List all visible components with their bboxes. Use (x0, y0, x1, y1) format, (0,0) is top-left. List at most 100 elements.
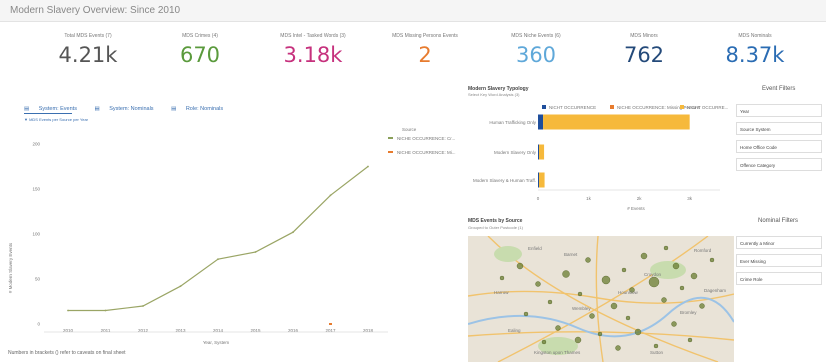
kpi-total-events[interactable]: Total MDS Events (7) 4.21k (50, 33, 126, 67)
y-tick-label: 100 (32, 232, 40, 237)
event-marker (597, 331, 603, 337)
kpi-value: 762 (623, 43, 665, 67)
event-marker (574, 336, 582, 344)
kpi-nominals[interactable]: MDS Nominals 8.37k (720, 33, 790, 67)
kpi-value: 670 (179, 43, 221, 67)
kpi-value: 3.18k (283, 43, 343, 67)
place-label: Barnet (564, 252, 578, 257)
x-tick-label: 2k (637, 196, 643, 201)
legend-label: NICHT OCCURRE... (687, 105, 728, 110)
event-marker (671, 321, 677, 327)
tab-system-nominals[interactable]: ▤ System: Nominals (94, 106, 161, 112)
place-label: Hounslow (618, 290, 639, 295)
events-map[interactable]: Harrow Enfield Barnet Wembley Ealing Hounslow… (468, 236, 734, 362)
x-tick-label: 1k (586, 196, 592, 201)
legend-title: Source (402, 127, 417, 132)
kpi-label: MDS Missing Persons Events (392, 33, 458, 39)
bar-segment (539, 144, 545, 160)
chart-tabs: ▤ System: Events ▤ System: Nominals ▤ Ro… (24, 106, 239, 112)
place-label: Enfield (528, 246, 542, 251)
place-label: Harrow (494, 290, 509, 295)
event-marker (610, 302, 618, 310)
data-point (67, 309, 69, 312)
data-point (104, 309, 107, 312)
event-marker (661, 297, 667, 303)
filter-offence-category[interactable]: Offence Category (736, 158, 822, 171)
place-label: Bromley (680, 310, 697, 315)
tab-label: System: Events (38, 106, 77, 112)
y-axis-label: # Modern Slavery Events (8, 242, 13, 293)
filter-year[interactable]: Year (736, 104, 822, 117)
series-line (68, 166, 369, 312)
x-axis-label: # Events (627, 206, 645, 211)
data-point (217, 258, 219, 261)
legend-swatch (388, 151, 393, 153)
tab-label: Role: Nominals (185, 106, 224, 112)
event-marker (625, 315, 631, 321)
footnote: Numbers in brackets () refer to caveats … (8, 350, 126, 356)
category-label: Modern Slavery Only (494, 150, 537, 155)
kpi-intel[interactable]: MDS Intel - Tasked Words (3) 3.18k (268, 33, 358, 67)
chart-icon: ▤ (171, 106, 177, 112)
x-tick-label: 0 (537, 196, 540, 201)
chart-icon: ▤ (94, 106, 100, 112)
event-marker (634, 328, 642, 336)
bar-segment (538, 172, 540, 188)
x-axis-label: Year, System (203, 340, 230, 345)
event-marker (516, 262, 524, 270)
tab-system-events[interactable]: ▤ System: Events (24, 106, 85, 112)
event-marker (687, 337, 693, 343)
y-axis-ticks: 0 50 100 150 200 (32, 142, 40, 327)
active-tab-indicator (24, 113, 72, 114)
bar-segment (538, 144, 540, 160)
event-marker (577, 291, 583, 297)
event-marker (699, 303, 705, 309)
event-marker (541, 339, 547, 345)
kpi-crimes[interactable]: MDS Crimes (4) 670 (162, 33, 238, 67)
bar-segment (538, 114, 544, 130)
category-label: Modern Slavery & Human Traff. (473, 178, 536, 183)
map-title: MDS Events by Source (468, 218, 523, 224)
place-label: Kingston upon Thames (534, 350, 581, 355)
place-label: Romford (694, 248, 712, 253)
legend-label: NICHE OCCURRENCE: Cr... (397, 136, 455, 141)
tab-role-nominals[interactable]: ▤ Role: Nominals (171, 106, 231, 112)
filter-source-system[interactable]: Source System (736, 122, 822, 135)
legend-item[interactable]: NICHT OCCURRENCE (542, 105, 596, 110)
y-tick-label: 200 (32, 142, 40, 147)
typology-chart: NICHT OCCURRENCE NICHE OCCURRENCE: Missi… (473, 105, 728, 211)
event-marker (690, 272, 698, 280)
data-point (367, 165, 369, 168)
event-filters-heading: Event Filters (762, 86, 796, 92)
y-tick-label: 150 (32, 187, 40, 192)
event-marker (585, 257, 591, 263)
map-canvas: Harrow Enfield Barnet Wembley Ealing Hounslow… (468, 236, 734, 362)
legend-item[interactable]: NICHE OCCURRENCE: Mi... (388, 150, 456, 155)
kpi-value: 2 (418, 43, 432, 67)
legend-item[interactable]: NICHT OCCURRE... (680, 105, 728, 110)
event-marker (709, 257, 715, 263)
line-chart: # Modern Slavery Events 050100150200 201… (8, 127, 456, 345)
kpi-missing-persons[interactable]: MDS Missing Persons Events 2 (380, 33, 470, 67)
legend-label: NICHE OCCURRENCE: Mi... (397, 150, 456, 155)
event-marker (640, 252, 648, 260)
y-tick-label: 0 (37, 322, 40, 327)
kpi-label: MDS Crimes (4) (182, 33, 218, 39)
chart-icon: ▤ (24, 106, 30, 112)
filter-home-office-code[interactable]: Home Office Code (736, 140, 822, 153)
data-point (292, 231, 294, 234)
event-marker (523, 311, 529, 317)
filter-crime-role[interactable]: Crime Role (736, 272, 822, 285)
event-marker (648, 276, 660, 288)
x-axis-ticks: 0 1k 2k 3k (537, 196, 693, 201)
event-marker (653, 343, 659, 349)
kpi-minors[interactable]: MDS Minors 762 (612, 33, 676, 67)
place-label: Ealing (508, 328, 521, 333)
event-marker (621, 267, 627, 273)
category-labels: Human Trafficking Only Modern Slavery Onl… (473, 120, 537, 183)
kpi-label: MDS Minors (630, 33, 658, 39)
filter-ever-missing[interactable]: Ever Missing (736, 254, 822, 267)
kpi-niche-events[interactable]: MDS Niche Events (6) 360 (496, 33, 576, 67)
legend-item[interactable]: NICHE OCCURRENCE: Cr... (388, 136, 455, 141)
filter-currently-minor[interactable]: Currently a Minor (736, 236, 822, 249)
